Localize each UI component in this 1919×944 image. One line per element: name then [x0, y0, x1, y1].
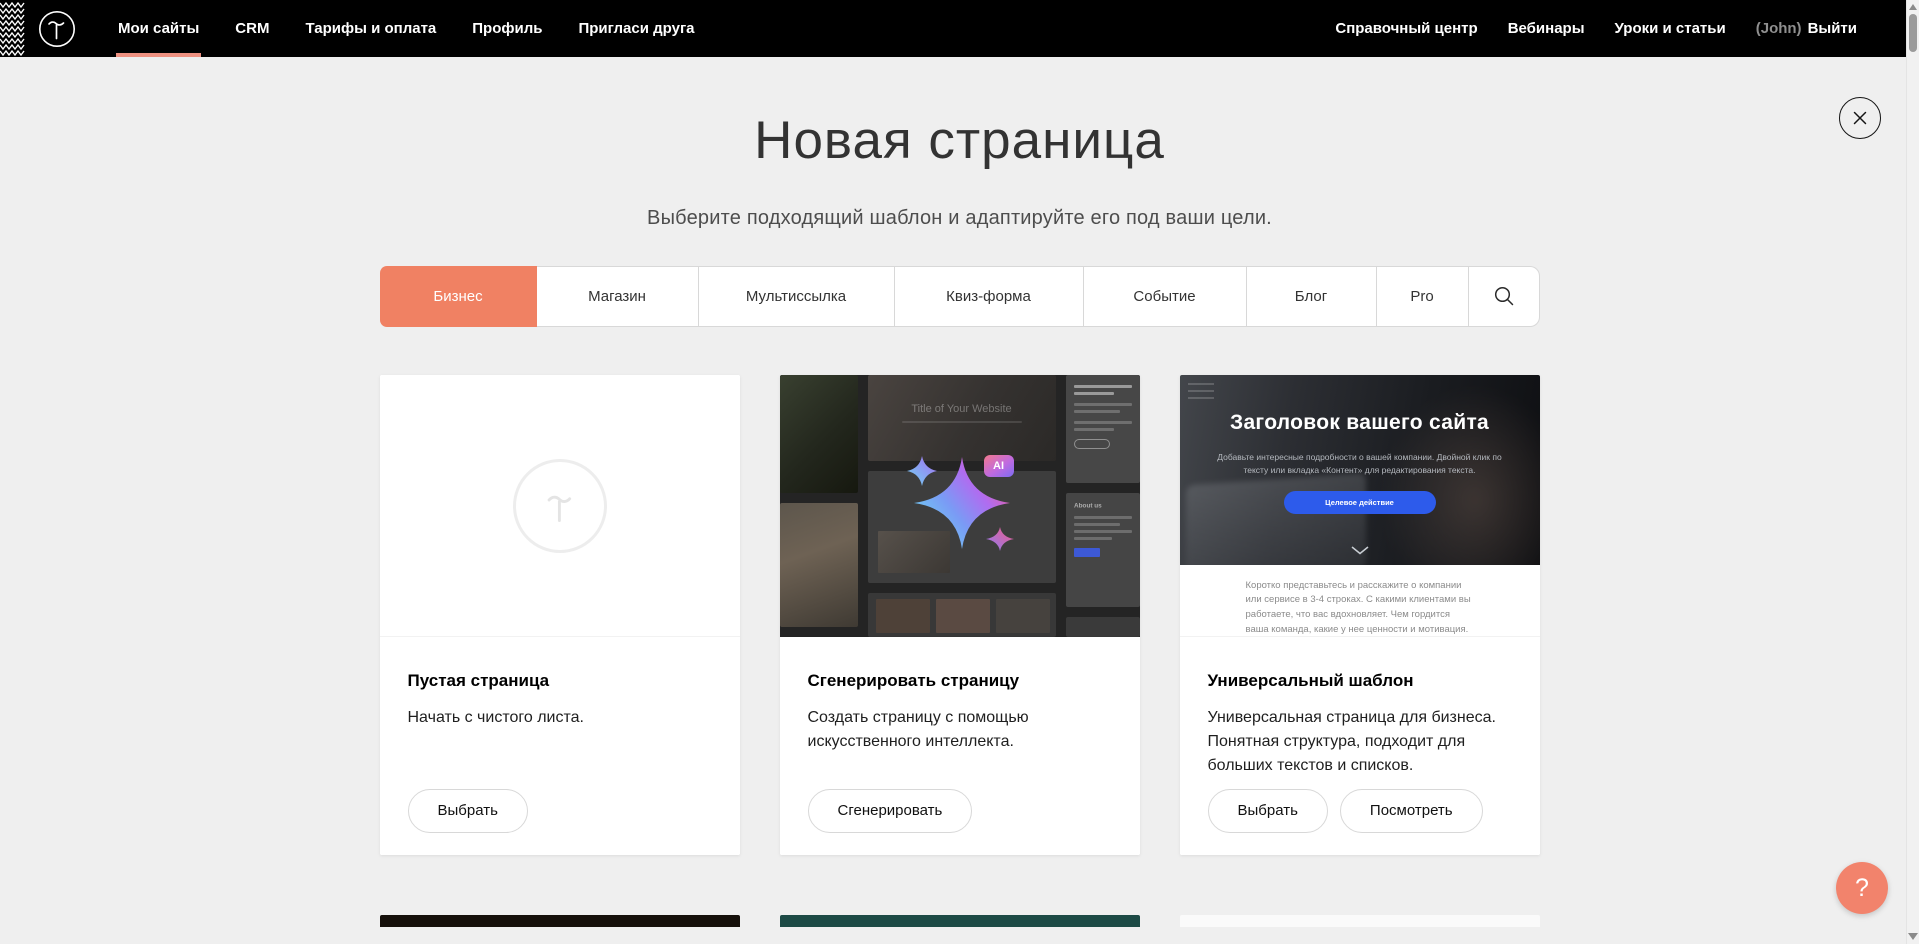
zigzag-pattern-icon — [0, 0, 25, 57]
nav-lessons[interactable]: Уроки и статьи — [1600, 0, 1741, 57]
mock-button — [1074, 548, 1100, 557]
nav-tariffs[interactable]: Тарифы и оплата — [287, 0, 454, 57]
card-description: Создать страницу с помощью искусственног… — [808, 706, 1108, 754]
new-page-dialog: Новая страница Выберите подходящий шабло… — [0, 0, 1919, 927]
nav-profile[interactable]: Профиль — [454, 0, 560, 57]
generate-button[interactable]: Сгенерировать — [808, 789, 973, 833]
template-category-tabs: Бизнес Магазин Мультиссылка Квиз-форма С… — [380, 266, 1540, 327]
card-universal-template: Заголовок вашего сайта Добавьте интересн… — [1180, 375, 1540, 855]
nav-lessons-label: Уроки и статьи — [1615, 20, 1726, 37]
scrollbar-thumb[interactable] — [1909, 14, 1917, 52]
collage-site-tile — [868, 593, 1056, 637]
mock-photo — [996, 599, 1050, 633]
choose-button[interactable]: Выбрать — [1208, 789, 1328, 833]
card-description: Универсальная страница для бизнеса. Поня… — [1208, 706, 1508, 778]
secondary-nav: Справочный центр Вебинары Уроки и статьи… — [1320, 0, 1872, 57]
chevron-down-icon — [1351, 546, 1369, 555]
collage-about-tile: About us — [1066, 493, 1140, 607]
user-name: (John) — [1756, 20, 1802, 37]
universal-template-preview[interactable]: Заголовок вашего сайта Добавьте интересн… — [1180, 375, 1540, 637]
ai-generate-preview[interactable]: Title of Your Website — [780, 375, 1140, 637]
card-text-panel: Сгенерировать страницу Создать страницу … — [780, 637, 1140, 855]
tab-business[interactable]: Бизнес — [380, 266, 537, 327]
choose-button[interactable]: Выбрать — [408, 789, 528, 833]
card-ai-generate: Title of Your Website — [780, 375, 1140, 855]
card-description: Начать с чистого листа. — [408, 706, 708, 730]
template-body-section: Коротко представьтесь и расскажите о ком… — [1180, 579, 1540, 637]
mock-site-subtitle-bar — [902, 421, 1022, 423]
logout-label: Выйти — [1808, 20, 1857, 37]
template-cards-row: Пустая страница Начать с чистого листа. … — [380, 375, 1540, 855]
page-subtitle: Выберите подходящий шаблон и адаптируйте… — [0, 207, 1919, 230]
mock-body-text: Коротко представьтесь и расскажите о ком… — [1246, 579, 1476, 637]
mock-button — [1074, 439, 1110, 449]
mock-cta-button: Целевое действие — [1284, 491, 1436, 514]
card-title: Сгенерировать страницу — [808, 671, 1112, 691]
blank-page-preview[interactable] — [380, 375, 740, 637]
view-button[interactable]: Посмотреть — [1340, 789, 1483, 833]
next-template-row — [380, 915, 1540, 927]
tilda-watermark-icon — [513, 459, 607, 553]
nav-help-center-label: Справочный центр — [1335, 20, 1477, 37]
nav-crm-label: CRM — [235, 20, 269, 37]
nav-invite-friend-label: Пригласи друга — [578, 20, 694, 37]
nav-webinars[interactable]: Вебинары — [1493, 0, 1600, 57]
tab-search[interactable] — [1469, 266, 1540, 327]
nav-webinars-label: Вебинары — [1508, 20, 1585, 37]
mock-site-title: Title of Your Website — [868, 375, 1056, 415]
nav-logout[interactable]: (John) Выйти — [1741, 0, 1872, 57]
tab-multilink[interactable]: Мультиссылка — [699, 266, 895, 327]
nav-crm[interactable]: CRM — [217, 0, 287, 57]
tab-pro[interactable]: Pro — [1377, 266, 1469, 327]
close-button[interactable] — [1839, 97, 1881, 139]
collage-text-card-tile — [1066, 375, 1140, 483]
nav-tariffs-label: Тарифы и оплата — [305, 20, 436, 37]
mock-list-lines — [1188, 383, 1214, 404]
page-title: Новая страница — [0, 113, 1919, 169]
nav-help-center[interactable]: Справочный центр — [1320, 0, 1492, 57]
vertical-scrollbar[interactable] — [1906, 0, 1919, 944]
search-icon — [1493, 285, 1515, 307]
ai-badge: AI — [984, 455, 1014, 477]
top-nav-bar: Мои сайты CRM Тарифы и оплата Профиль Пр… — [0, 0, 1906, 57]
mock-about-label: About us — [1074, 502, 1127, 509]
mock-hero-caption: Добавьте интересные подробности о вашей … — [1212, 451, 1507, 478]
nav-profile-label: Профиль — [472, 20, 542, 37]
template-hero-section: Заголовок вашего сайта Добавьте интересн… — [1180, 375, 1540, 565]
collage-site-hero-tile: Title of Your Website — [868, 375, 1056, 461]
tab-quiz-form[interactable]: Квиз-форма — [895, 266, 1084, 327]
active-nav-underline — [116, 53, 201, 57]
template-card-partial[interactable] — [380, 915, 740, 927]
card-text-panel: Универсальный шаблон Универсальная стран… — [1180, 637, 1540, 855]
primary-nav: Мои сайты CRM Тарифы и оплата Профиль Пр… — [100, 0, 713, 57]
tilda-logo-icon[interactable] — [38, 10, 76, 48]
nav-my-sites-label: Мои сайты — [118, 20, 199, 37]
template-card-partial[interactable] — [1180, 915, 1540, 927]
help-button[interactable]: ? — [1836, 862, 1888, 914]
scroll-down-icon[interactable] — [1908, 933, 1918, 940]
collage-photo-tile — [780, 375, 858, 493]
card-text-panel: Пустая страница Начать с чистого листа. … — [380, 637, 740, 855]
template-card-partial[interactable] — [780, 915, 1140, 927]
tab-store[interactable]: Магазин — [537, 266, 699, 327]
card-blank-page: Пустая страница Начать с чистого листа. … — [380, 375, 740, 855]
nav-invite-friend[interactable]: Пригласи друга — [560, 0, 712, 57]
card-title: Пустая страница — [408, 671, 712, 691]
collage-photo-tile — [1066, 617, 1140, 637]
close-icon — [1852, 110, 1868, 126]
nav-my-sites[interactable]: Мои сайты — [100, 0, 217, 57]
mock-laptop-shape — [1186, 472, 1366, 564]
mock-photo — [876, 599, 930, 633]
tab-blog[interactable]: Блог — [1247, 266, 1377, 327]
mock-hero-title: Заголовок вашего сайта — [1180, 411, 1540, 435]
collage-photo-tile — [780, 503, 858, 627]
card-title: Универсальный шаблон — [1208, 671, 1512, 691]
tab-event[interactable]: Событие — [1084, 266, 1247, 327]
mock-photo — [936, 599, 990, 633]
scroll-up-icon[interactable] — [1909, 4, 1917, 10]
